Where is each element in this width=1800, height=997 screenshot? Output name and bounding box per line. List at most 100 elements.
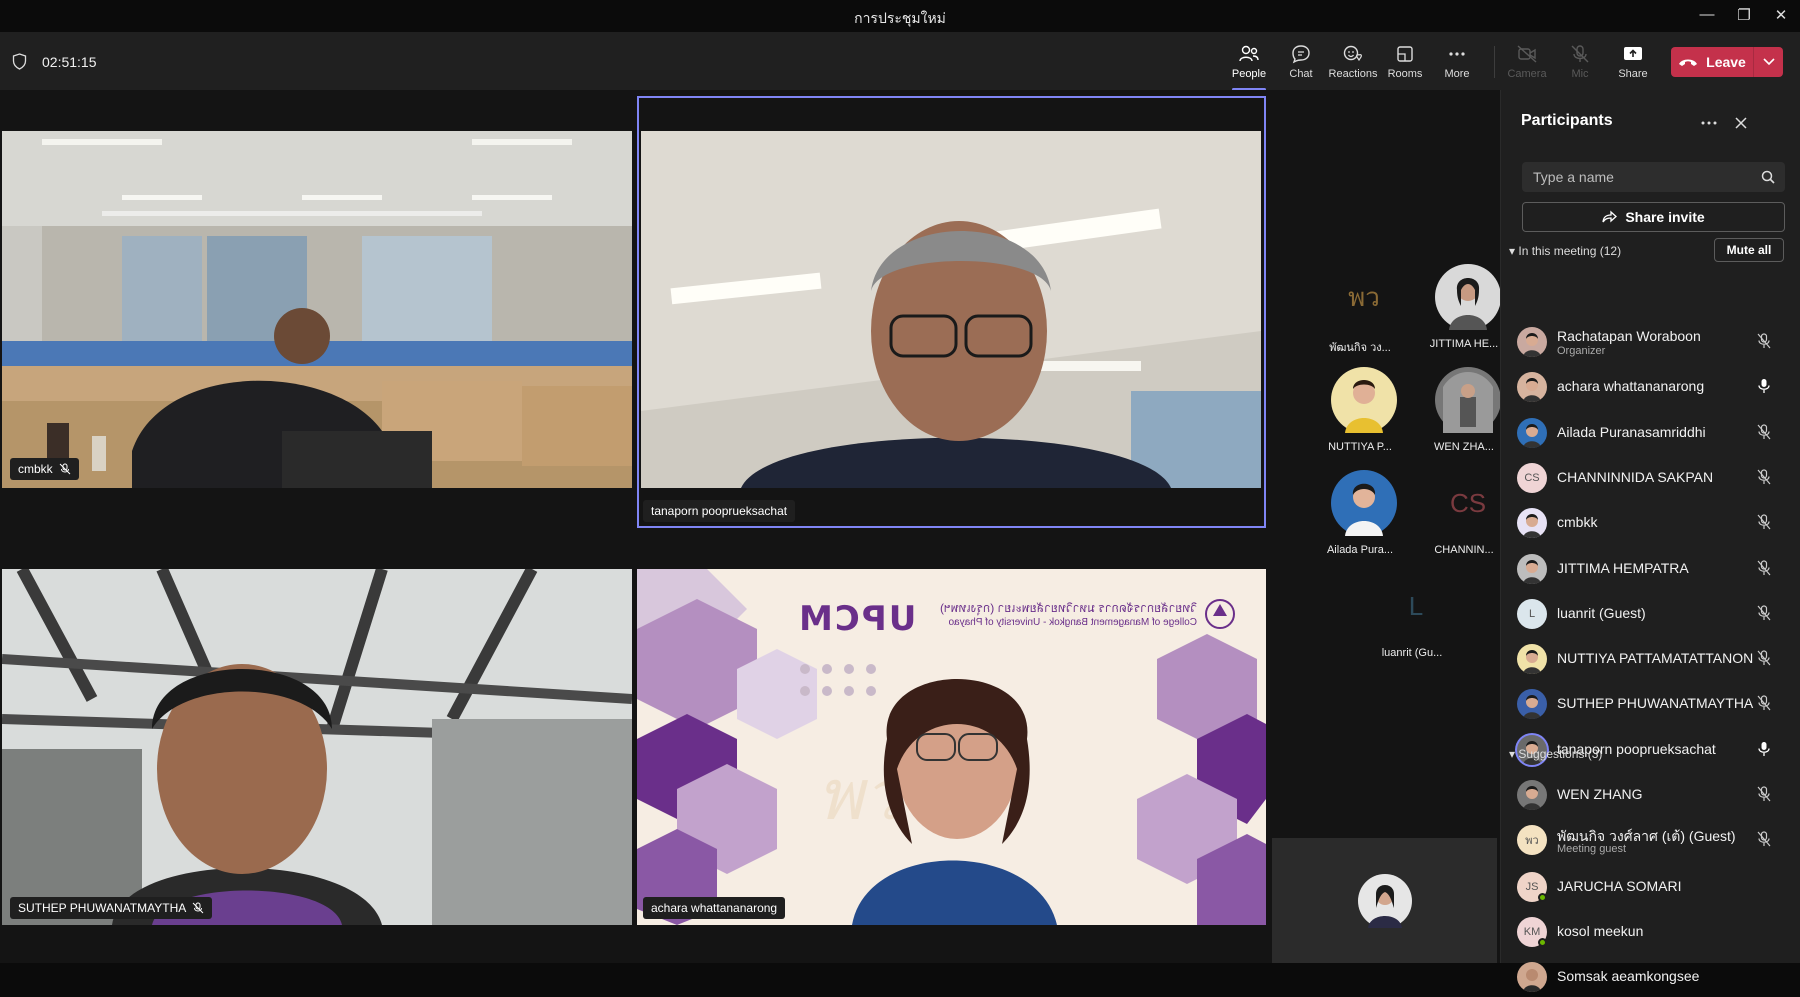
avatar-photo [1331, 470, 1397, 536]
suggestion-name: Somsak aeamkongsee [1557, 968, 1700, 984]
avatar [1517, 553, 1547, 584]
slide-subtitle-line: College of Management Bangkok - Universi… [948, 617, 1197, 628]
participant-mic-status[interactable] [1757, 333, 1771, 354]
camera-button[interactable]: Camera [1500, 44, 1554, 80]
self-view-tile[interactable] [1272, 838, 1497, 963]
video-tile[interactable]: SUTHEP PHUWANATMAYTHA [2, 569, 632, 925]
presence-available-icon [1538, 893, 1547, 902]
participant-mic-status[interactable] [1757, 559, 1771, 581]
mic-off-icon [1571, 45, 1589, 63]
participant-row[interactable]: NUTTIYA PATTAMATATTANON [1517, 639, 1793, 679]
leave-main[interactable]: Leave [1671, 54, 1753, 70]
video-tile[interactable]: cmbkk [2, 131, 632, 488]
avatar[interactable]: พว [1331, 264, 1397, 330]
slide-title-line: วิทยาลัยการจัดการ มหาวิทยาลัยพะเยา (กรุง… [939, 601, 1197, 615]
participant-row[interactable]: cmbkk [1517, 503, 1793, 543]
suggestion-row[interactable]: JS JARUCHA SOMARI [1517, 867, 1793, 907]
people-button[interactable]: People [1222, 44, 1276, 91]
avatar-photo [1435, 367, 1501, 433]
participant-mic-status[interactable] [1757, 650, 1771, 671]
participant-mic-status[interactable] [1757, 423, 1771, 445]
participant-row[interactable]: Rachatapan Woraboon Organizer [1517, 322, 1793, 362]
participant-mic-status[interactable] [1757, 831, 1771, 852]
avatar[interactable] [1331, 367, 1397, 433]
participant-mic-status[interactable] [1757, 741, 1771, 762]
avatar-initials: CS [1449, 487, 1487, 518]
participant-mic-status[interactable] [1757, 378, 1771, 399]
chat-label: Chat [1289, 68, 1313, 80]
avatar-label: CHANNIN... [1434, 544, 1494, 556]
avatar[interactable]: CS [1435, 470, 1501, 536]
tile-name-label: SUTHEP PHUWANATMAYTHA [10, 897, 213, 919]
camera-label: Camera [1507, 68, 1547, 80]
mic-off-icon [1757, 559, 1771, 575]
suthep-video [2, 569, 632, 925]
participant-mic-status[interactable] [1757, 469, 1771, 490]
leave-button[interactable]: Leave [1671, 47, 1783, 77]
more-options-icon[interactable] [1701, 120, 1717, 126]
hang-up-icon [1679, 59, 1698, 66]
avatar[interactable]: L [1383, 573, 1449, 639]
suggestion-row[interactable]: Somsak aeamkongsee [1517, 957, 1793, 997]
participant-row[interactable]: JITTIMA HEMPATRA [1517, 549, 1793, 589]
mic-icon [1758, 741, 1770, 756]
participant-name: achara whattananarong [1557, 378, 1705, 395]
avatar-photo [1523, 378, 1541, 403]
suggestions-section-toggle[interactable]: ▾ Suggestions (3) [1509, 747, 1602, 761]
share-invite-button[interactable]: Share invite [1522, 202, 1785, 232]
title-bar: การประชุมใหม่ — ❐ ✕ [0, 0, 1800, 32]
participants-panel: Participants Type a name Share invite ▾ … [1500, 90, 1800, 992]
participant-row[interactable]: CS CHANNINNIDA SAKPAN [1517, 458, 1793, 498]
avatar-photo [1523, 969, 1541, 992]
reactions-label: Reactions [1328, 68, 1378, 80]
leave-dropdown[interactable] [1753, 47, 1783, 77]
more-button[interactable]: More [1430, 44, 1484, 80]
video-tile[interactable]: พว UPCM วิทยาลัยการจัดการ มหาวิทยาลัยพะเ… [637, 569, 1266, 925]
avatar-label: Ailada Pura... [1326, 544, 1394, 556]
avatar[interactable] [1435, 367, 1501, 433]
close-icon[interactable]: ✕ [1766, 6, 1796, 24]
participant-mic-status[interactable] [1757, 605, 1771, 626]
minimize-icon[interactable]: — [1692, 6, 1722, 23]
participant-row[interactable]: Lluanrit (Guest) [1517, 594, 1793, 634]
chat-icon [1292, 45, 1310, 64]
chat-button[interactable]: Chat [1274, 44, 1328, 80]
tile-name-label: tanaporn pooprueksachat [643, 500, 796, 522]
reactions-button[interactable]: Reactions [1326, 44, 1380, 80]
participant-mic-status[interactable] [1757, 514, 1771, 535]
participant-role: Organizer [1557, 345, 1606, 357]
in-meeting-section-toggle[interactable]: ▾ In this meeting (12) [1509, 244, 1621, 258]
participant-role: Meeting guest [1557, 843, 1627, 856]
participant-mic-status[interactable] [1757, 695, 1771, 716]
participant-search-input[interactable]: Type a name [1522, 162, 1785, 192]
participant-row[interactable]: SUTHEP PHUWANATMAYTHA [1517, 684, 1793, 724]
avatar[interactable] [1331, 470, 1397, 536]
mic-off-icon [1757, 333, 1771, 349]
share-button[interactable]: Share [1606, 44, 1660, 80]
participant-row[interactable]: พว พัฒนกิจ วงศ์ลาศ (เต้) (Guest) Meeting g… [1517, 820, 1793, 860]
restore-icon[interactable]: ❐ [1729, 6, 1759, 24]
close-panel-icon[interactable] [1735, 117, 1747, 129]
participant-mic-status[interactable] [1757, 786, 1771, 807]
chevron-down-icon [1762, 58, 1775, 66]
avatar-label: luanrit (Gu... [1381, 647, 1443, 659]
mic-label: Mic [1571, 68, 1589, 80]
suggestion-name: JARUCHA SOMARI [1557, 878, 1682, 894]
suggestion-row[interactable]: KM kosol meekun [1517, 912, 1793, 952]
slide-brand: UPCM [797, 599, 917, 639]
participant-name: NUTTIYA PATTAMATATTANON [1557, 650, 1754, 667]
rooms-button[interactable]: Rooms [1378, 44, 1432, 80]
participant-name: cmbkk [18, 462, 53, 476]
mic-off-icon [1757, 831, 1771, 847]
video-tile-active-speaker[interactable]: tanaporn pooprueksachat [637, 96, 1266, 528]
people-label: People [1231, 68, 1267, 80]
participant-row[interactable]: achara whattananarong [1517, 367, 1793, 407]
mic-off-icon [1757, 786, 1771, 802]
participant-row[interactable]: Ailada Puranasamriddhi [1517, 413, 1793, 453]
avatar[interactable] [1435, 264, 1501, 330]
avatar [1517, 962, 1547, 992]
suggestion-name: kosol meekun [1557, 923, 1644, 939]
mic-button[interactable]: Mic [1553, 44, 1607, 80]
participant-row[interactable]: WEN ZHANG [1517, 775, 1793, 815]
mute-all-button[interactable]: Mute all [1714, 238, 1784, 262]
